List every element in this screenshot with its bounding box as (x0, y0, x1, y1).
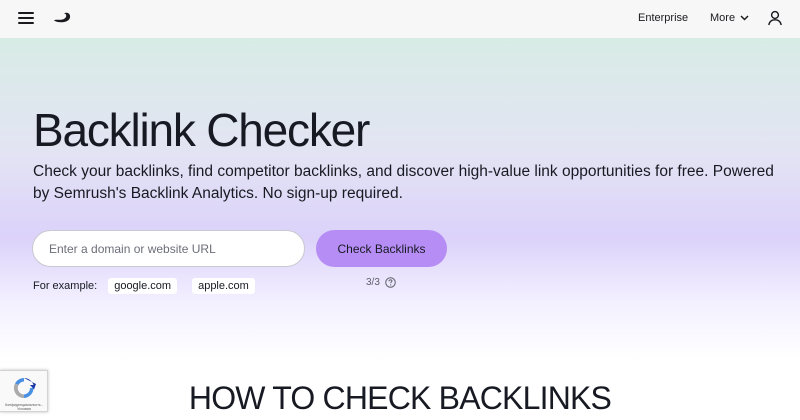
example-chip-google[interactable]: google.com (108, 278, 178, 294)
semrush-logo[interactable] (53, 12, 71, 24)
top-navigation-bar: Enterprise More (0, 0, 800, 38)
help-icon[interactable] (385, 277, 396, 288)
recaptcha-text: Конфиденциальность - Условия (5, 403, 43, 411)
check-backlinks-button[interactable]: Check Backlinks (316, 230, 447, 267)
nav-more-label: More (710, 12, 736, 24)
recaptcha-icon (13, 377, 36, 399)
nav-more-dropdown[interactable]: More (710, 12, 749, 24)
example-chip-apple[interactable]: apple.com (192, 278, 255, 294)
page-title: Backlink Checker (33, 104, 370, 156)
page-description: Check your backlinks, find competitor ba… (33, 163, 774, 202)
user-icon[interactable] (767, 10, 783, 26)
menu-icon[interactable] (18, 11, 34, 25)
examples-label: For example: (33, 280, 98, 292)
how-to-heading: HOW TO CHECK BACKLINKS (188, 380, 612, 416)
usage-counter-value: 3/3 (366, 277, 380, 288)
chevron-down-icon (740, 15, 749, 21)
examples-row: For example: google.com apple.com (33, 278, 270, 294)
usage-counter: 3/3 (366, 277, 396, 288)
domain-url-input[interactable] (32, 230, 305, 267)
recaptcha-badge[interactable]: Конфиденциальность - Условия (0, 370, 48, 412)
nav-enterprise-link[interactable]: Enterprise (638, 12, 688, 24)
